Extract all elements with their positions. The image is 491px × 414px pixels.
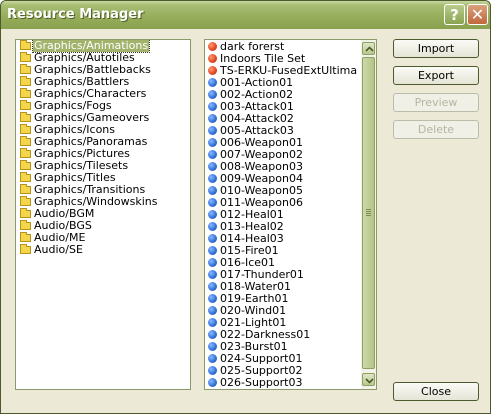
blue-circle-icon (208, 318, 217, 327)
folder-icon (20, 172, 31, 182)
folder-icon (20, 148, 31, 158)
blue-circle-icon (208, 342, 217, 351)
red-circle-icon (208, 66, 217, 75)
scroll-down-button[interactable] (362, 373, 375, 386)
blue-circle-icon (208, 78, 217, 87)
blue-circle-icon (208, 162, 217, 171)
scroll-up-button[interactable] (362, 42, 375, 55)
blue-circle-icon (208, 282, 217, 291)
blue-circle-icon (208, 210, 217, 219)
window-title: Resource Manager (7, 7, 144, 22)
folder-icon (20, 136, 31, 146)
folder-icon (20, 208, 31, 218)
folder-list[interactable]: Graphics/Animations Graphics/Autotiles Gra… (15, 39, 191, 390)
blue-circle-icon (208, 90, 217, 99)
red-circle-icon (208, 54, 217, 63)
folder-icon (20, 112, 31, 122)
blue-circle-icon (208, 198, 217, 207)
folder-icon (20, 244, 31, 254)
vertical-scrollbar[interactable] (361, 40, 376, 389)
folder-icon (20, 100, 31, 110)
blue-circle-icon (208, 186, 217, 195)
chevron-down-icon (365, 378, 374, 384)
folder-item[interactable]: Audio/SE (16, 244, 190, 256)
grip-line (366, 213, 371, 214)
folder-icon (20, 124, 31, 134)
blue-circle-icon (208, 378, 217, 387)
blue-circle-icon (208, 138, 217, 147)
close-icon: ✕ (470, 5, 485, 24)
preview-button[interactable]: Preview (393, 93, 479, 112)
blue-circle-icon (208, 306, 217, 315)
delete-button[interactable]: Delete (393, 120, 479, 139)
blue-circle-icon (208, 258, 217, 267)
help-icon: ? (450, 5, 459, 24)
blue-circle-icon (208, 222, 217, 231)
close-window-button[interactable]: ✕ (467, 4, 488, 25)
scrollbar-thumb[interactable] (362, 57, 375, 369)
resource-item[interactable]: 026-Support03 (207, 377, 360, 389)
export-button[interactable]: Export (393, 66, 479, 85)
resource-manager-window: Resource Manager ? ✕ Graphics/Animations… (0, 0, 491, 414)
folder-icon (20, 88, 31, 98)
folder-icon (20, 220, 31, 230)
blue-circle-icon (208, 330, 217, 339)
blue-circle-icon (208, 234, 217, 243)
folder-item-label: Audio/SE (34, 243, 83, 256)
folder-icon (20, 52, 31, 62)
import-button[interactable]: Import (393, 39, 479, 58)
blue-circle-icon (208, 270, 217, 279)
blue-circle-icon (208, 126, 217, 135)
resource-list[interactable]: dark forerst Indoors Tile Set TS-ERKU-Fuse… (204, 39, 377, 390)
blue-circle-icon (208, 294, 217, 303)
folder-icon (20, 64, 31, 74)
resource-item-label: 026-Support03 (220, 376, 303, 389)
folder-icon (20, 40, 31, 50)
blue-circle-icon (208, 354, 217, 363)
grip-line (366, 215, 371, 216)
folder-icon (20, 196, 31, 206)
title-bar[interactable]: Resource Manager ? ✕ (1, 1, 490, 29)
resource-items: dark forerst Indoors Tile Set TS-ERKU-Fuse… (207, 41, 360, 389)
help-button[interactable]: ? (444, 4, 465, 25)
blue-circle-icon (208, 246, 217, 255)
grip-line (366, 209, 371, 210)
close-button[interactable]: Close (393, 382, 479, 401)
blue-circle-icon (208, 174, 217, 183)
chevron-up-icon (365, 46, 374, 52)
folder-items: Graphics/Animations Graphics/Autotiles Gra… (16, 40, 190, 256)
blue-circle-icon (208, 366, 217, 375)
folder-icon (20, 160, 31, 170)
folder-icon (20, 232, 31, 242)
blue-circle-icon (208, 102, 217, 111)
grip-line (366, 211, 371, 212)
blue-circle-icon (208, 150, 217, 159)
red-circle-icon (208, 42, 217, 51)
folder-icon (20, 76, 31, 86)
blue-circle-icon (208, 114, 217, 123)
folder-icon (20, 184, 31, 194)
